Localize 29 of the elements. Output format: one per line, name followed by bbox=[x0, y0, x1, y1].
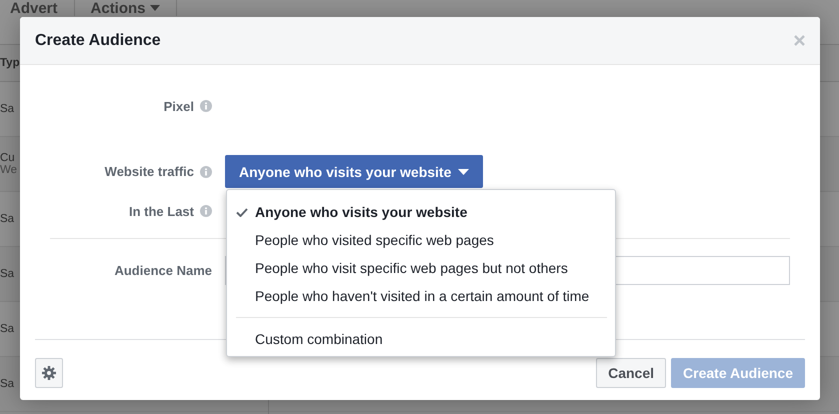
menu-item[interactable]: Anyone who visits your website bbox=[227, 198, 615, 226]
info-icon[interactable] bbox=[200, 205, 212, 217]
info-icon[interactable] bbox=[200, 100, 212, 112]
settings-button[interactable] bbox=[35, 358, 63, 388]
info-icon[interactable] bbox=[200, 166, 212, 178]
checkmark-icon bbox=[236, 208, 248, 217]
cancel-button[interactable]: Cancel bbox=[596, 358, 666, 388]
menu-item[interactable]: People who visited specific web pages bbox=[227, 226, 615, 254]
caret-icon bbox=[150, 5, 160, 11]
gear-icon bbox=[42, 366, 56, 380]
field-label: Website traffic bbox=[104, 164, 194, 179]
audience-type-dropdown[interactable]: Anyone who visits your website bbox=[225, 155, 484, 188]
field-label: Pixel bbox=[164, 98, 194, 114]
column-header: Typ bbox=[0, 57, 20, 69]
table-cell: Sa bbox=[0, 378, 14, 390]
caret-icon bbox=[458, 168, 470, 174]
table-cell: Sa bbox=[0, 268, 14, 280]
field-label: Audience Name bbox=[114, 263, 212, 278]
table-cell: Sa bbox=[0, 323, 14, 335]
dialog-title: Create Audience bbox=[35, 32, 161, 50]
table-cell: We bbox=[0, 164, 18, 176]
field-label: In the Last bbox=[128, 204, 194, 218]
table-cell: Sa bbox=[0, 103, 14, 115]
menu-item[interactable]: People who haven't visited in a certain amount of time bbox=[227, 282, 615, 310]
table-cell: Sa bbox=[0, 213, 14, 225]
close-icon[interactable] bbox=[794, 35, 805, 46]
menu-item[interactable]: Custom combination bbox=[227, 325, 615, 353]
table-cell: Cu bbox=[0, 152, 15, 164]
menu-item[interactable]: People who visit specific web pages but not others bbox=[227, 254, 615, 282]
